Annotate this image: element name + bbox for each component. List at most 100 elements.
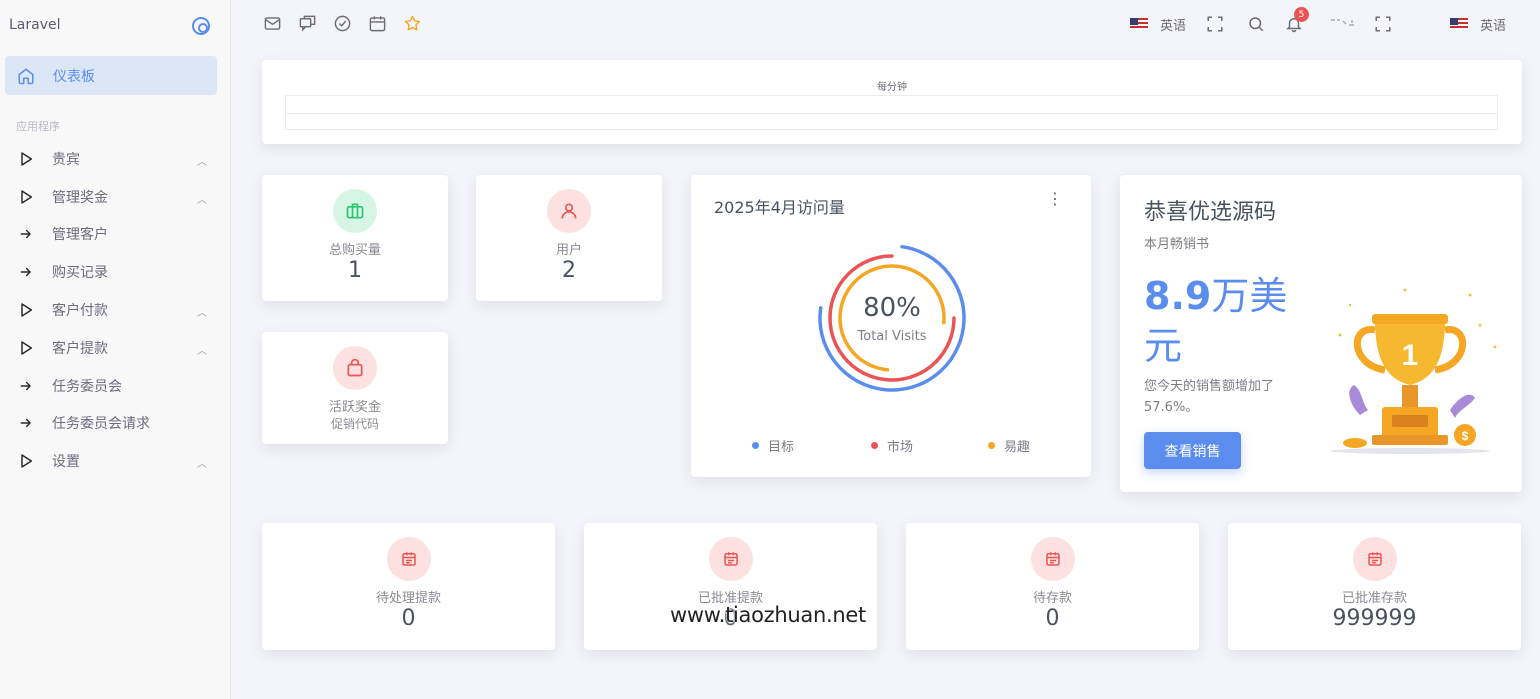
user-icon: [547, 189, 591, 233]
sidebar-item-purchase-records[interactable]: 购买记录: [0, 253, 231, 291]
chevron-up-icon: ︿: [197, 194, 207, 206]
watermark-text: www.tiaozhuan.net: [670, 603, 866, 627]
language-dropdown-secondary[interactable]: 英语: [1450, 11, 1506, 37]
legend-dot: [988, 442, 995, 449]
language-dropdown[interactable]: 英语: [1130, 11, 1186, 37]
shopping-bag-icon: [333, 346, 377, 390]
sidebar-item-settings[interactable]: 设置 ︿: [0, 442, 231, 480]
language-label: 英语: [1160, 18, 1187, 34]
legend-item-market: 市场: [871, 436, 913, 455]
total-visits-value: 80%: [863, 293, 921, 323]
arrow-right-icon: [17, 263, 35, 281]
pending-deposits-card: 待存款 0: [906, 523, 1199, 650]
chevron-up-icon: ︿: [197, 459, 207, 471]
briefcase-icon: [333, 189, 377, 233]
sidebar-item-manage-customers[interactable]: 管理客户: [0, 216, 231, 254]
sidebar-item-label: 购买记录: [52, 265, 108, 282]
play-icon: [17, 339, 35, 357]
chat-icon[interactable]: [298, 14, 317, 33]
pending-withdrawals-card: 待处理提款 0: [262, 523, 555, 650]
fullscreen-icon[interactable]: [1206, 11, 1224, 37]
trophy-illustration: 1 $: [1330, 288, 1497, 454]
legend-item-target: 目标: [752, 436, 794, 455]
stat-value: 2: [562, 258, 576, 283]
calendar-icon[interactable]: [368, 14, 387, 33]
stat-label: 活跃奖金: [328, 400, 381, 415]
calendar-icon: [1030, 537, 1075, 581]
chart-caption: 每分钟: [877, 82, 907, 93]
sidebar-item-task-committee-requests[interactable]: 任务委员会请求: [0, 405, 231, 443]
sidebar-item-customer-payments[interactable]: 客户付款 ︿: [0, 291, 231, 329]
sidebar-item-label: 仪表板: [53, 68, 95, 85]
star-icon[interactable]: [403, 14, 422, 33]
sidebar-item-manage-bonus[interactable]: 管理奖金 ︿: [0, 178, 231, 216]
sidebar-item-label: 管理奖金: [52, 189, 108, 206]
chevron-up-icon: ︿: [197, 308, 207, 320]
stat-value: 0: [1045, 606, 1060, 631]
active-bonus-card: 活跃奖金 促销代码: [262, 332, 448, 444]
sidebar-nav: 贵宾 ︿ 管理奖金 ︿ 管理客户 购买记录 客户付款 ︿ 客户提款 ︿ 任务委员…: [0, 140, 231, 480]
brand-name[interactable]: Laravel: [9, 17, 61, 33]
sidebar-item-dashboard[interactable]: 仪表板: [5, 56, 217, 95]
sidebar-item-task-committee[interactable]: 任务委员会: [0, 367, 231, 405]
approved-deposits-card: 已批准存款 999999: [1228, 523, 1521, 650]
congrats-description: 您今天的销售额增加了57.6%。: [1144, 379, 1275, 415]
legend-item-ebay: 易趣: [988, 436, 1030, 455]
chevron-up-icon: ︿: [197, 157, 207, 168]
search-icon[interactable]: [1247, 11, 1265, 37]
sidebar-item-label: 管理客户: [52, 227, 108, 244]
sidebar: Laravel 仪表板 应用程序 贵宾 ︿ 管理奖金 ︿ 管理客户 购买记录 客…: [0, 0, 231, 699]
total-visits-label: Total Visits: [857, 329, 927, 344]
sidebar-item-vip[interactable]: 贵宾 ︿: [0, 140, 231, 178]
sidebar-toggle-icon[interactable]: [192, 17, 210, 35]
play-icon: [17, 301, 35, 319]
sidebar-section-label: 应用程序: [16, 120, 60, 133]
sidebar-item-label: 客户付款: [52, 303, 108, 320]
sidebar-item-label: 任务委员会请求: [52, 416, 150, 433]
approved-withdrawals-card: 已批准提款 0: [584, 523, 877, 650]
svg-text:$: $: [1462, 429, 1469, 443]
congrats-subtitle: 本月畅销书: [1144, 237, 1210, 252]
stat-label: 待处理提款: [375, 591, 441, 606]
stat-sublabel: 促销代码: [330, 417, 379, 431]
stat-label: 用户: [555, 243, 582, 258]
congratulations-card: 恭喜优选源码 本月畅销书 8.9万美元 您今天的销售额增加了57.6%。 查看销…: [1120, 175, 1522, 492]
stat-value: 0: [401, 606, 416, 631]
sidebar-item-label: 任务委员会: [52, 378, 122, 395]
sales-amount-number: 8.9: [1144, 274, 1212, 318]
chevron-up-icon: ︿: [197, 345, 207, 357]
broken-image-icon: [1330, 11, 1356, 37]
play-icon: [17, 452, 35, 470]
more-vertical-icon[interactable]: ⋮: [1047, 191, 1063, 207]
legend-label: 市场: [887, 440, 914, 455]
us-flag-icon: [1130, 18, 1148, 30]
calendar-icon: [708, 537, 753, 581]
sales-amount: 8.9万美元: [1144, 271, 1314, 371]
congrats-title: 恭喜优选源码: [1144, 200, 1277, 225]
fullscreen-icon[interactable]: [1374, 11, 1392, 37]
legend-label: 易趣: [1004, 440, 1031, 455]
us-flag-icon: [1450, 18, 1468, 30]
home-icon: [18, 68, 34, 84]
arrow-right-icon: [17, 377, 35, 395]
check-circle-icon[interactable]: [333, 14, 352, 33]
sidebar-item-label: 客户提款: [52, 340, 108, 357]
arrow-right-icon: [17, 414, 35, 432]
total-purchases-card: 总购买量 1: [262, 175, 448, 301]
view-sales-button[interactable]: 查看销售: [1144, 432, 1241, 469]
language-label: 英语: [1480, 18, 1507, 34]
stat-value: 1: [348, 258, 362, 283]
sidebar-item-label: 贵宾: [52, 151, 80, 168]
stat-label: 总购买量: [328, 243, 381, 258]
users-card: 用户 2: [476, 175, 662, 301]
notification-badge: 5: [1294, 7, 1309, 22]
visits-card: 2025年4月访问量 ⋮ 80% Total Visits 目标 市场 易趣: [691, 175, 1091, 477]
legend-label: 目标: [768, 440, 795, 455]
legend-dot: [871, 442, 878, 449]
chart-plot-area: [285, 95, 1498, 130]
stat-label: 待存款: [1032, 591, 1072, 606]
mail-icon[interactable]: [263, 14, 282, 33]
sidebar-item-customer-withdrawals[interactable]: 客户提款 ︿: [0, 329, 231, 367]
topbar-bookmarks: [263, 14, 422, 33]
calendar-icon: [1352, 537, 1397, 581]
